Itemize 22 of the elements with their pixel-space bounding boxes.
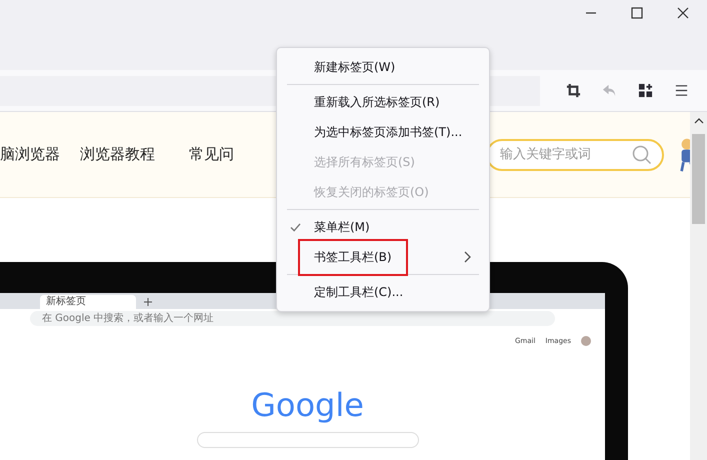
extensions-icon[interactable] xyxy=(638,83,653,98)
scroll-up-icon[interactable] xyxy=(694,118,704,124)
chevron-right-icon xyxy=(464,251,471,263)
address-bar: 在 Google 中搜索，或者输入一个网址 xyxy=(30,311,555,326)
google-logo: Google xyxy=(251,386,364,424)
scrollbar-thumb[interactable] xyxy=(692,134,705,224)
menu-item[interactable]: 重新载入所选标签页(R) xyxy=(277,87,489,117)
menu-item[interactable]: 新建标签页(W) xyxy=(277,52,489,82)
nav-link[interactable]: 常见问 xyxy=(189,145,234,164)
menu-item[interactable]: 菜单栏(M) xyxy=(277,212,489,242)
scrollbar[interactable] xyxy=(690,112,707,460)
crop-icon[interactable] xyxy=(566,83,581,98)
menu-item[interactable]: 为选中标签页添加书签(T)... xyxy=(277,117,489,147)
checkmark-icon xyxy=(290,222,301,232)
menu-item[interactable]: 定制工具栏(C)... xyxy=(277,277,489,307)
menu-icon[interactable] xyxy=(674,83,689,98)
plus-icon xyxy=(144,298,152,306)
close-icon[interactable] xyxy=(677,7,689,19)
nav-link[interactable]: 脑浏览器 xyxy=(0,145,60,164)
avatar-icon xyxy=(581,336,591,346)
nav-link[interactable]: 浏览器教程 xyxy=(80,145,155,164)
maximize-icon[interactable] xyxy=(631,7,643,19)
